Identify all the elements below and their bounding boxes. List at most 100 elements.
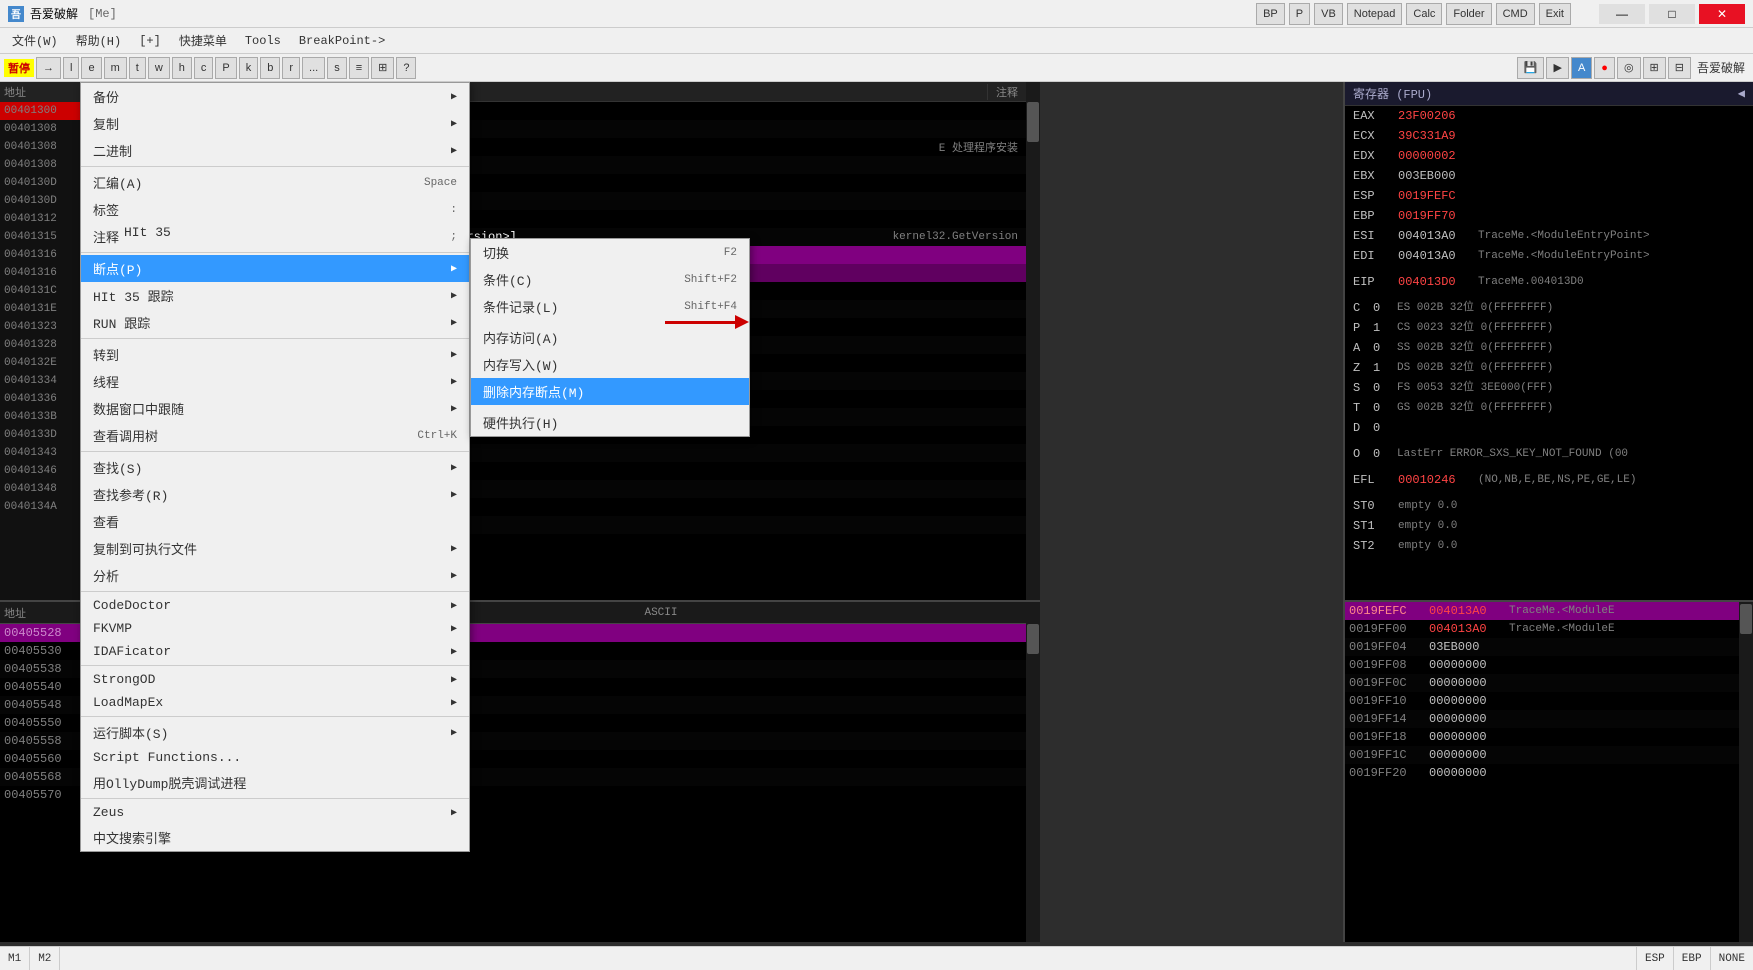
stack-scrollbar[interactable] <box>1739 602 1753 942</box>
ctx-goto[interactable]: 转到▶ <box>81 341 469 368</box>
ctx-sub-condition[interactable]: 条件(C)Shift+F2 <box>471 266 749 293</box>
scrollbar-thumb[interactable] <box>1027 102 1039 142</box>
ctx-script-funcs[interactable]: Script Functions... <box>81 746 469 769</box>
tb-rec[interactable]: ● <box>1594 57 1615 79</box>
ctx-find-ref[interactable]: 查找参考(R)▶ <box>81 481 469 508</box>
ctx-chinese-search[interactable]: 中文搜索引擎 <box>81 824 469 851</box>
ctx-zeus[interactable]: Zeus▶ <box>81 801 469 824</box>
menu-tools[interactable]: Tools <box>237 32 289 50</box>
ctx-hit-trace[interactable]: HIt 35 跟踪▶ <box>81 282 469 309</box>
calc-button[interactable]: Calc <box>1406 3 1442 25</box>
tb-grid[interactable]: ⊞ <box>371 57 394 79</box>
tb-minus[interactable]: ⊟ <box>1668 57 1691 79</box>
cmd-button[interactable]: CMD <box>1496 3 1535 25</box>
ctx-call-tree[interactable]: 查看调用树Ctrl+K <box>81 422 469 449</box>
stack-row-4[interactable]: 0019FF10 00000000 <box>1345 692 1753 710</box>
reg-val-efl: 00010246 <box>1398 471 1478 489</box>
addr-11: 0040131E <box>0 300 81 318</box>
close-button[interactable]: ✕ <box>1699 4 1745 24</box>
tb-target[interactable]: ◎ <box>1617 57 1641 79</box>
tb-dots[interactable]: ... <box>302 57 325 79</box>
reg-row-eip: EIP 004013D0 TraceMe.004013D0 <box>1345 272 1753 292</box>
tb-b[interactable]: b <box>260 57 280 79</box>
ctx-run-script[interactable]: 运行脚本(S)▶ <box>81 719 469 746</box>
stack-row-3[interactable]: 0019FF0C 00000000 <box>1345 674 1753 692</box>
registers-collapse[interactable]: ◀ <box>1738 86 1745 101</box>
bp-button[interactable]: BP <box>1256 3 1285 25</box>
exit-button[interactable]: Exit <box>1539 3 1571 25</box>
tb-w[interactable]: w <box>148 57 170 79</box>
ctx-ollydump[interactable]: 用OllyDump脱壳调试进程 <box>81 769 469 796</box>
tb-l[interactable]: l <box>63 57 79 79</box>
minimize-button[interactable]: — <box>1599 4 1645 24</box>
ctx-copy[interactable]: 复制▶ <box>81 110 469 137</box>
stack-row-highlight[interactable]: 0019FEFC 004013A0 TraceMe.<ModuleE <box>1345 602 1753 620</box>
ctx-sub-toggle[interactable]: 切换F2 <box>471 239 749 266</box>
tb-plus2[interactable]: ⊞ <box>1643 57 1666 79</box>
stack-row-0[interactable]: 0019FF00 004013A0 TraceMe.<ModuleE <box>1345 620 1753 638</box>
tb-P[interactable]: P <box>215 57 236 79</box>
tb-list[interactable]: ≡ <box>349 57 369 79</box>
menu-plus[interactable]: [+] <box>131 32 169 50</box>
disasm-scrollbar[interactable] <box>1026 82 1040 602</box>
ctx-binary[interactable]: 二进制▶ <box>81 137 469 164</box>
ctx-sub-hw-exec[interactable]: 硬件执行(H) <box>471 409 749 436</box>
vb-button[interactable]: VB <box>1314 3 1343 25</box>
tb-k[interactable]: k <box>239 57 259 79</box>
tb-h[interactable]: h <box>172 57 192 79</box>
stack-row-1[interactable]: 0019FF04 03EB000 <box>1345 638 1753 656</box>
addr-21: 00401348 <box>0 480 81 498</box>
tb-question[interactable]: ? <box>396 57 416 79</box>
ctx-backup[interactable]: 备份▶ <box>81 83 469 110</box>
tb-r[interactable]: r <box>282 57 300 79</box>
registers-title: 寄存器 (FPU) <box>1353 85 1432 102</box>
p-button[interactable]: P <box>1289 3 1310 25</box>
ctx-run-trace[interactable]: RUN 跟踪▶ <box>81 309 469 336</box>
tb-m[interactable]: m <box>104 57 127 79</box>
maximize-button[interactable]: □ <box>1649 4 1695 24</box>
tb-a[interactable]: A <box>1571 57 1592 79</box>
reg-row-ebp: EBP 0019FF70 <box>1345 206 1753 226</box>
ctx-fkvmp[interactable]: FKVMP▶ <box>81 617 469 640</box>
menu-shortcuts[interactable]: 快捷菜单 <box>171 30 235 51</box>
ctx-idaficator[interactable]: IDAFicator▶ <box>81 640 469 663</box>
tb-t[interactable]: t <box>129 57 146 79</box>
stack-row-8[interactable]: 0019FF20 00000000 <box>1345 764 1753 782</box>
ctx-assemble[interactable]: 汇编(A)Space <box>81 169 469 196</box>
ctx-thread[interactable]: 线程▶ <box>81 368 469 395</box>
ctx-loadmapex[interactable]: LoadMapEx▶ <box>81 691 469 714</box>
menu-breakpoint[interactable]: BreakPoint-> <box>291 32 393 50</box>
ctx-codedoctor[interactable]: CodeDoctor▶ <box>81 594 469 617</box>
status-m1[interactable]: M1 <box>0 947 30 970</box>
menu-help[interactable]: 帮助(H) <box>68 30 130 51</box>
notepad-button[interactable]: Notepad <box>1347 3 1403 25</box>
ctx-label[interactable]: 标签: <box>81 196 469 223</box>
ctx-find[interactable]: 查找(S)▶ <box>81 454 469 481</box>
stack-row-7[interactable]: 0019FF1C 00000000 <box>1345 746 1753 764</box>
stack-row-2[interactable]: 0019FF08 00000000 <box>1345 656 1753 674</box>
tb-arrow[interactable]: → <box>36 57 61 79</box>
reg-val-ecx: 39C331A9 <box>1398 127 1478 145</box>
ctx-view[interactable]: 查看 <box>81 508 469 535</box>
ctx-follow-data[interactable]: 数据窗口中跟随▶ <box>81 395 469 422</box>
stack-row-5[interactable]: 0019FF14 00000000 <box>1345 710 1753 728</box>
folder-button[interactable]: Folder <box>1446 3 1491 25</box>
tb-save[interactable]: 💾 <box>1517 57 1545 79</box>
status-m2[interactable]: M2 <box>30 947 60 970</box>
menu-file[interactable]: 文件(W) <box>4 30 66 51</box>
ctx-sub-mem-write[interactable]: 内存写入(W) <box>471 351 749 378</box>
ctx-analyze[interactable]: 分析▶ <box>81 562 469 589</box>
reg-row-st0: ST0 empty 0.0 <box>1345 496 1753 516</box>
tb-e[interactable]: e <box>81 57 101 79</box>
ctx-copy-exec[interactable]: 复制到可执行文件▶ <box>81 535 469 562</box>
tb-play[interactable]: ▶ <box>1546 57 1568 79</box>
left-panel: 地址 00401300 00401308 00401308 00401308 0… <box>0 82 82 602</box>
ctx-breakpoint[interactable]: 断点(P)▶ <box>81 255 469 282</box>
stack-row-6[interactable]: 0019FF18 00000000 <box>1345 728 1753 746</box>
tb-c[interactable]: c <box>194 57 214 79</box>
ctx-sub-del-mem-bp[interactable]: 删除内存断点(M) <box>471 378 749 405</box>
ctx-comment[interactable]: 注释; <box>81 223 469 250</box>
data-panel-scrollbar[interactable] <box>1026 602 1040 942</box>
ctx-strongod[interactable]: StrongOD▶ <box>81 668 469 691</box>
tb-s[interactable]: s <box>327 57 347 79</box>
